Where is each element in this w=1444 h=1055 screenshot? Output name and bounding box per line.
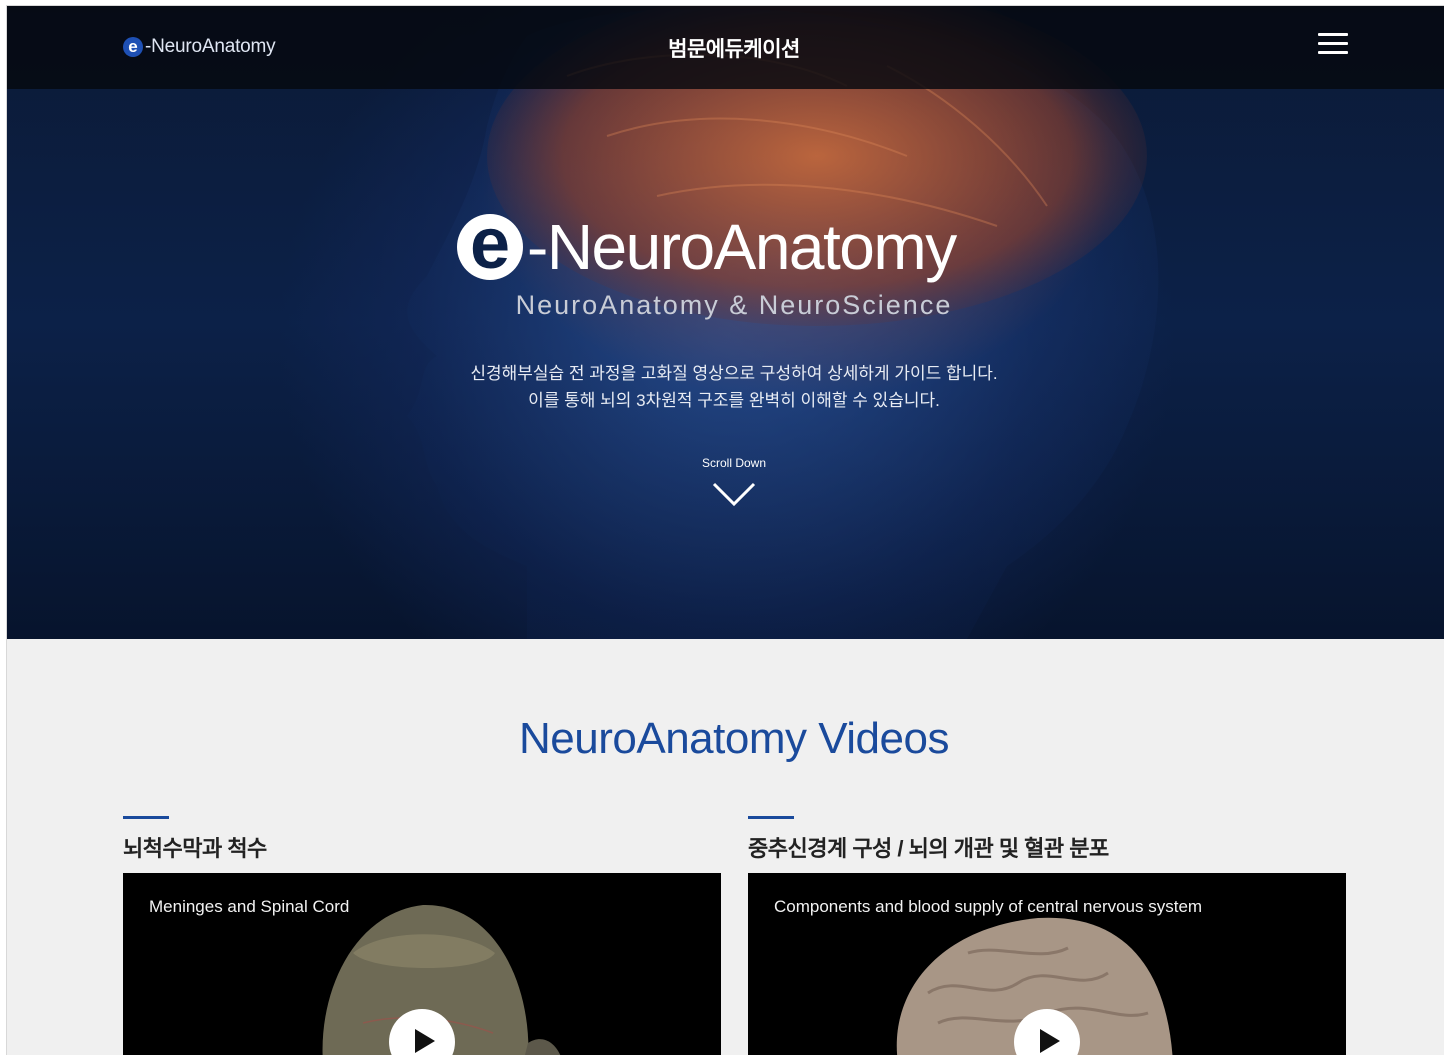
hero-logo-text: -NeuroAnatomy xyxy=(527,211,957,283)
video-card-header: 뇌척수막과 척수 xyxy=(123,816,721,863)
hamburger-menu-button[interactable] xyxy=(1318,33,1348,57)
scroll-down-label: Scroll Down xyxy=(701,456,767,470)
video-card-header: 중추신경계 구성 / 뇌의 개관 및 혈관 분포 xyxy=(748,816,1346,863)
video-player-cns[interactable]: Components and blood supply of central n… xyxy=(748,873,1346,1055)
publisher-title[interactable]: 범문에듀케이션 xyxy=(567,33,901,63)
brand-logo[interactable]: e -NeuroAnatomy xyxy=(123,34,276,60)
brand-e-icon: e xyxy=(123,37,143,57)
accent-divider xyxy=(748,816,794,819)
hero-description-line: 신경해부실습 전 과정을 고화질 영상으로 구성하여 상세하게 가이드 합니다. xyxy=(470,364,998,383)
hero-description-line: 이를 통해 뇌의 3차원적 구조를 완벽히 이해할 수 있습니다. xyxy=(528,391,940,410)
video-player-meninges[interactable]: Meninges and Spinal Cord xyxy=(123,873,721,1055)
logo-e-icon: e xyxy=(457,214,523,280)
video-caption: Components and blood supply of central n… xyxy=(774,897,1203,916)
head-illustration xyxy=(407,6,1159,639)
chevron-down-icon[interactable] xyxy=(711,479,757,509)
hero-logo: e -NeuroAnatomy xyxy=(457,211,957,283)
video-heading: 중추신경계 구성 / 뇌의 개관 및 혈관 분포 xyxy=(748,836,1109,861)
top-navigation-bar: e -NeuroAnatomy 범문에듀케이션 xyxy=(7,6,1444,89)
brand-name: -NeuroAnatomy xyxy=(145,36,276,57)
hero-description: 신경해부실습 전 과정을 고화질 영상으로 구성하여 상세하게 가이드 합니다.… xyxy=(367,360,1101,414)
accent-divider xyxy=(123,816,169,819)
video-heading: 뇌척수막과 척수 xyxy=(123,836,267,861)
browser-viewport: e -NeuroAnatomy 범문에듀케이션 e -NeuroAnatomy … xyxy=(6,5,1444,1055)
hamburger-icon xyxy=(1318,33,1348,36)
section-title: NeuroAnatomy Videos xyxy=(519,714,949,763)
hero-subtitle: NeuroAnatomy & NeuroScience xyxy=(515,290,953,320)
video-caption: Meninges and Spinal Cord xyxy=(149,897,350,916)
hero-section: e -NeuroAnatomy 범문에듀케이션 e -NeuroAnatomy … xyxy=(7,6,1444,639)
